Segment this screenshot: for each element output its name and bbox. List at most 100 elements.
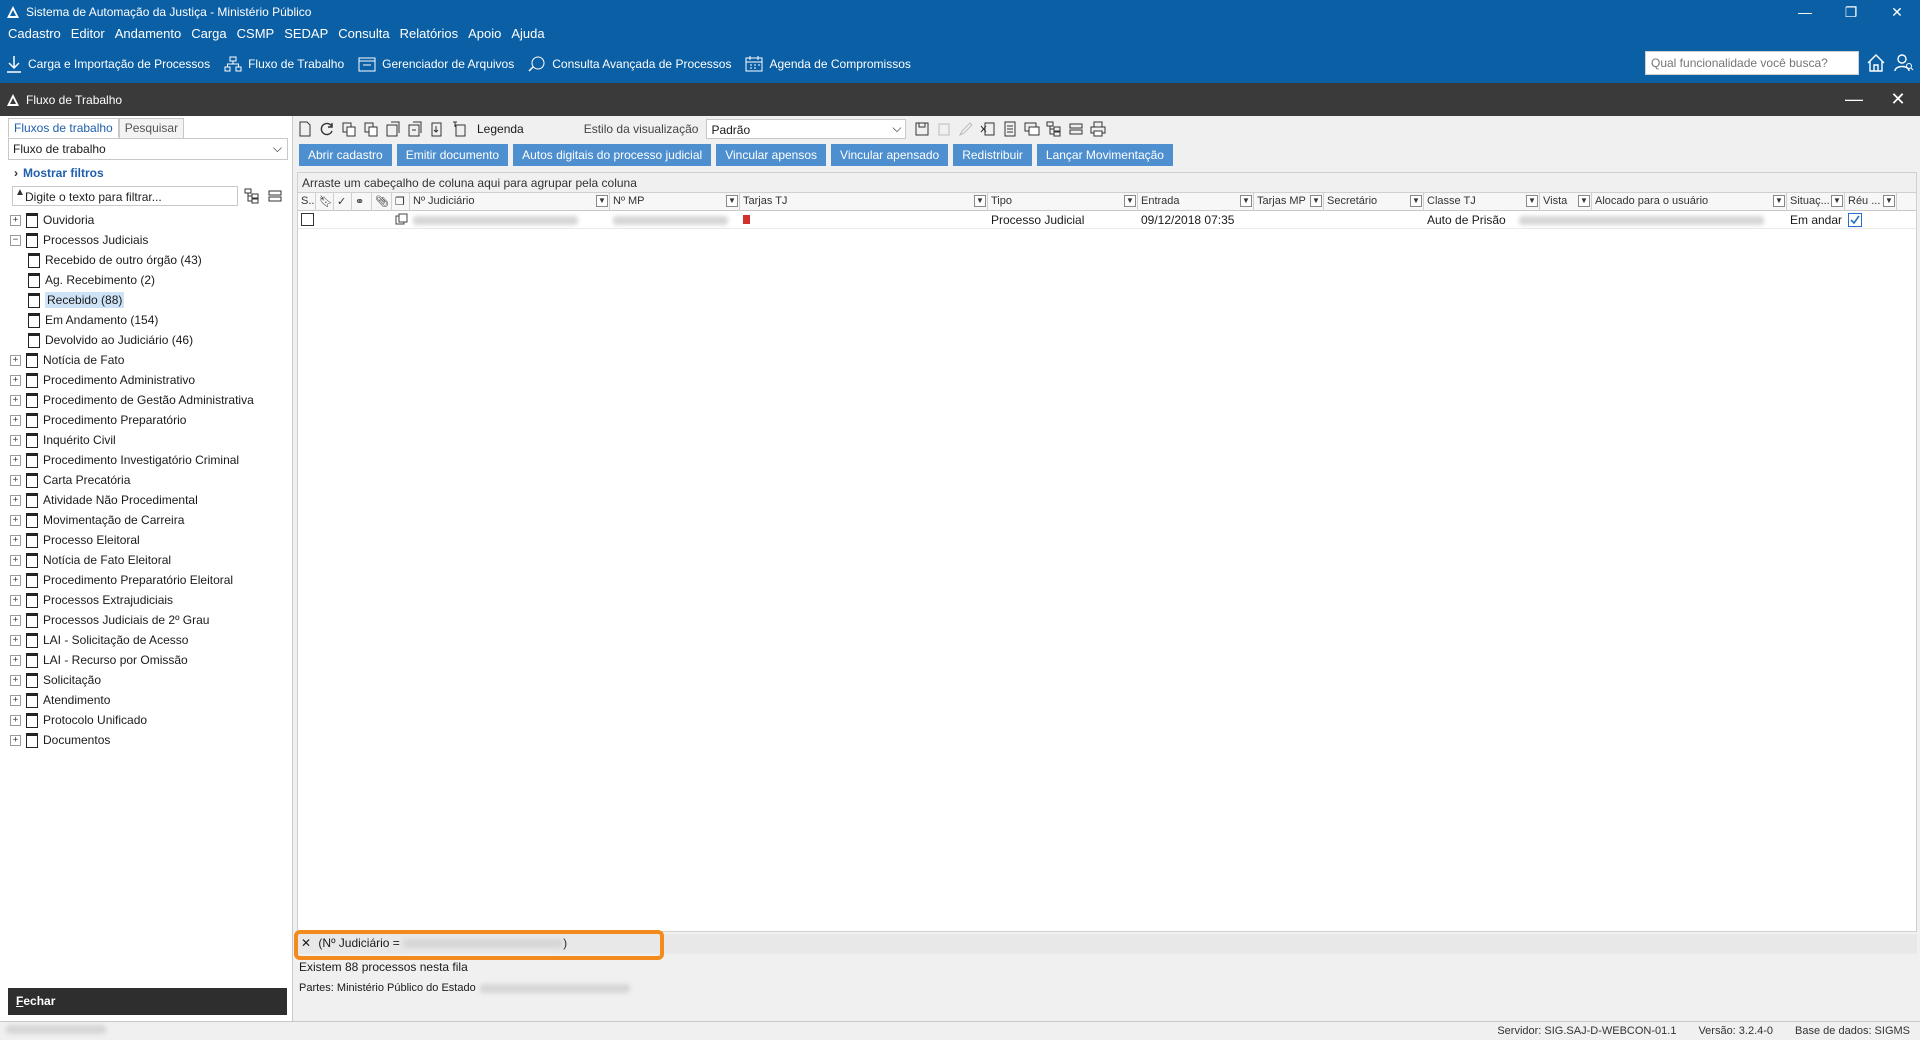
legend-icon[interactable]: [451, 121, 467, 137]
expand-icon[interactable]: +: [10, 494, 21, 506]
menu-carga[interactable]: Carga: [186, 24, 231, 44]
column-filter-icon[interactable]: ▼: [1410, 195, 1422, 207]
expand-icon[interactable]: +: [10, 574, 21, 586]
delete-view-icon[interactable]: [936, 121, 952, 137]
tree-item[interactable]: + Procedimento Preparatório: [10, 410, 288, 430]
abrir-cadastro-button[interactable]: Abrir cadastro: [299, 144, 392, 166]
menu-apoio[interactable]: Apoio: [463, 24, 506, 44]
expand-tree-icon[interactable]: [244, 188, 260, 204]
tree-item[interactable]: + Documentos: [10, 730, 288, 750]
expand-icon[interactable]: +: [10, 534, 21, 546]
legend-label[interactable]: Legenda: [477, 122, 524, 136]
consulta-avancada-button[interactable]: Consulta Avançada de Processos: [528, 56, 731, 72]
close-window-button[interactable]: ✕: [1874, 0, 1920, 24]
carga-importacao-button[interactable]: Carga e Importação de Processos: [6, 55, 210, 73]
vincular-apensado-button[interactable]: Vincular apensado: [831, 144, 949, 166]
feature-search-input[interactable]: [1645, 51, 1859, 75]
attach-document-icon[interactable]: [385, 121, 401, 137]
expand-icon[interactable]: +: [10, 634, 21, 646]
column-filter-icon[interactable]: ▼: [1240, 195, 1252, 207]
expand-icon[interactable]: +: [10, 554, 21, 566]
tree-child-item[interactable]: Em Andamento (154): [10, 310, 288, 330]
column-filter-icon[interactable]: ▼: [1124, 195, 1136, 207]
column-filter-icon[interactable]: ▼: [1883, 195, 1895, 207]
tree-item[interactable]: + LAI - Recurso por Omissão: [10, 650, 288, 670]
tree-item[interactable]: + Procedimento de Gestão Administrativa: [10, 390, 288, 410]
column-header-tipo[interactable]: Tipo ▼: [988, 193, 1138, 211]
column-header-attachment[interactable]: 📎︎: [372, 193, 392, 211]
column-filter-icon[interactable]: ▼: [1578, 195, 1590, 207]
menu-sedap[interactable]: SEDAP: [279, 24, 333, 44]
tab-pesquisar[interactable]: Pesquisar: [118, 118, 185, 138]
menu-ajuda[interactable]: Ajuda: [506, 24, 549, 44]
column-header-bookmark[interactable]: 🔖︎: [316, 193, 334, 211]
group-icon[interactable]: [1068, 121, 1084, 137]
expand-icon[interactable]: +: [10, 674, 21, 686]
expand-icon[interactable]: +: [10, 734, 21, 746]
emitir-documento-button[interactable]: Emitir documento: [396, 144, 509, 166]
save-view-icon[interactable]: [914, 121, 930, 137]
column-header-tarjas-mp[interactable]: Tarjas MP ▼: [1254, 193, 1324, 211]
column-header-link[interactable]: ⚭: [352, 193, 372, 211]
panel-close-button[interactable]: ✕: [1878, 83, 1918, 116]
expand-icon[interactable]: +: [10, 514, 21, 526]
tree-item[interactable]: + Atendimento: [10, 690, 288, 710]
tree-item[interactable]: + Processos Extrajudiciais: [10, 590, 288, 610]
agenda-compromissos-button[interactable]: Agenda de Compromissos: [745, 55, 911, 72]
export-icon[interactable]: [429, 121, 445, 137]
column-header-entrada[interactable]: Entrada ▼: [1138, 193, 1254, 211]
vincular-apensos-button[interactable]: Vincular apensos: [716, 144, 827, 166]
tree-filter-input[interactable]: ▲ Digite o texto para filtrar...: [12, 186, 238, 206]
edit-icon[interactable]: [958, 121, 974, 137]
refresh-icon[interactable]: [319, 121, 335, 137]
column-filter-icon[interactable]: ▼: [974, 195, 986, 207]
menu-andamento[interactable]: Andamento: [110, 24, 187, 44]
menu-cadastro[interactable]: Cadastro: [3, 24, 66, 44]
tree-item[interactable]: + Notícia de Fato: [10, 350, 288, 370]
excel-export-icon[interactable]: [980, 121, 996, 137]
tree-child-item[interactable]: Ag. Recebimento (2): [10, 270, 288, 290]
tree-item[interactable]: + LAI - Solicitação de Acesso: [10, 630, 288, 650]
panel-minimize-button[interactable]: —: [1834, 83, 1874, 116]
column-filter-icon[interactable]: ▼: [1310, 195, 1322, 207]
column-header-situacao[interactable]: Situaç... ▼: [1787, 193, 1845, 211]
tree-item[interactable]: − Processos Judiciais: [10, 230, 288, 250]
expand-icon[interactable]: +: [10, 454, 21, 466]
tree-item[interactable]: + Inquérito Civil: [10, 430, 288, 450]
menu-editor[interactable]: Editor: [66, 24, 110, 44]
comments-icon[interactable]: [1024, 121, 1040, 137]
linked-document-icon[interactable]: [407, 121, 423, 137]
collapse-icon[interactable]: −: [10, 234, 21, 246]
tab-fluxos-de-trabalho[interactable]: Fluxos de trabalho: [8, 118, 119, 138]
expand-icon[interactable]: +: [10, 714, 21, 726]
column-header-numero-mp[interactable]: Nº MP ▼: [610, 193, 740, 211]
column-header-classe-tj[interactable]: Classe TJ ▼: [1424, 193, 1540, 211]
minimize-button[interactable]: —: [1782, 0, 1828, 24]
expand-icon[interactable]: +: [10, 694, 21, 706]
gerenciador-arquivos-button[interactable]: Gerenciador de Arquivos: [358, 56, 514, 72]
column-header-secretario[interactable]: Secretário ▼: [1324, 193, 1424, 211]
row-reu[interactable]: [1845, 211, 1897, 229]
restore-button[interactable]: ❐: [1828, 0, 1874, 24]
collapse-tree-icon[interactable]: [268, 188, 282, 204]
show-filters-link[interactable]: › Mostrar filtros: [14, 166, 104, 180]
redistribuir-button[interactable]: Redistribuir: [953, 144, 1032, 166]
duplicate-icon[interactable]: [363, 121, 379, 137]
column-filter-icon[interactable]: ▼: [1831, 195, 1843, 207]
column-header-selecao[interactable]: S...: [298, 193, 316, 211]
column-filter-icon[interactable]: ▼: [1526, 195, 1538, 207]
home-icon[interactable]: [1866, 53, 1886, 73]
tree-item[interactable]: + Processos Judiciais de 2º Grau: [10, 610, 288, 630]
column-header-check[interactable]: ✓: [334, 193, 352, 211]
table-row[interactable]: Processo Judicial 09/12/2018 07:35 Auto …: [298, 211, 1916, 229]
column-header-docs[interactable]: ❐: [392, 193, 410, 211]
column-header-vista[interactable]: Vista ▼: [1540, 193, 1592, 211]
column-filter-icon[interactable]: ▼: [596, 195, 608, 207]
tree-item[interactable]: + Notícia de Fato Eleitoral: [10, 550, 288, 570]
column-header-tarjas-tj[interactable]: Tarjas TJ ▼: [740, 193, 988, 211]
columns-tree-icon[interactable]: [1046, 121, 1062, 137]
copy-icon[interactable]: [341, 121, 357, 137]
menu-consulta[interactable]: Consulta: [333, 24, 394, 44]
tree-item[interactable]: + Carta Precatória: [10, 470, 288, 490]
expand-icon[interactable]: +: [10, 594, 21, 606]
